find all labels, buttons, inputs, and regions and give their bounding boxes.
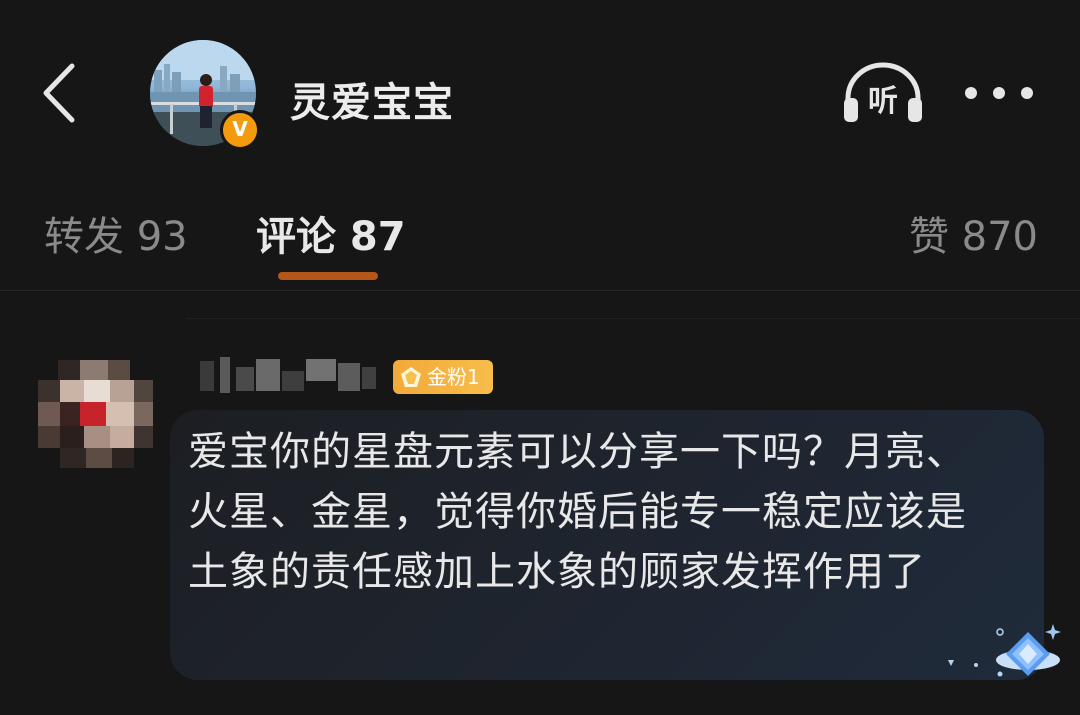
gold-fan-badge: 金粉1 [393, 360, 493, 394]
back-button[interactable] [36, 58, 86, 128]
more-button[interactable] [962, 78, 1036, 108]
list-divider [186, 318, 1080, 319]
verified-badge: V [220, 110, 260, 150]
author-avatar[interactable]: V [150, 40, 260, 150]
more-dots-icon [965, 87, 1033, 99]
tabs-divider [0, 290, 1080, 291]
diamond-decoration-icon [948, 624, 1061, 677]
post-header: V 灵爱宝宝 听 [0, 0, 1080, 180]
chevron-left-icon [43, 63, 75, 123]
fan-badge-label: 金粉1 [427, 365, 480, 389]
tab-likes[interactable]: 赞 870 [909, 204, 1038, 262]
comment-text: 爱宝你的星盘元素可以分享一下吗？月亮、火星、金星，觉得你婚后能专一稳定应该是土象… [188, 429, 967, 595]
gem-icon [401, 367, 421, 387]
author-name[interactable]: 灵爱宝宝 [290, 70, 454, 128]
listen-label: 听 [868, 84, 898, 119]
active-tab-indicator [278, 272, 378, 280]
commenter-avatar[interactable] [38, 355, 153, 470]
interaction-tabs: 转发 93 评论 87 赞 870 [0, 180, 1080, 290]
tab-comments[interactable]: 评论 87 [256, 204, 406, 262]
commenter-name-blurred[interactable] [198, 355, 380, 395]
listen-button[interactable]: 听 [838, 58, 928, 128]
tab-reposts[interactable]: 转发 93 [44, 204, 188, 262]
